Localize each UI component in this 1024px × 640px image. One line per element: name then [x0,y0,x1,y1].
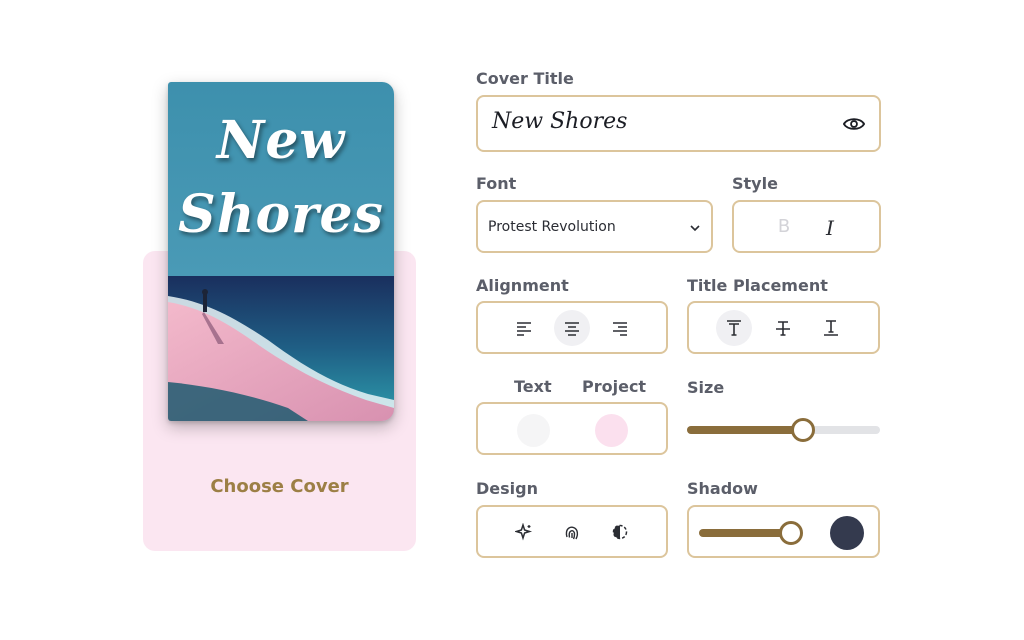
align-right-button[interactable] [602,310,638,346]
align-left-button[interactable] [506,310,542,346]
title-bottom-icon [824,320,838,336]
book-title-line-1: New [216,110,346,171]
color-swatch-group [476,402,668,455]
cover-title-value: New Shores [492,109,628,134]
cover-title-input[interactable]: New Shores [476,95,881,152]
align-left-icon [517,322,531,336]
chevron-down-icon [690,225,700,232]
shadow-slider[interactable] [699,521,803,545]
fingerprint-icon [565,526,579,540]
project-color-swatch[interactable] [595,414,628,447]
font-label: Font [476,174,517,193]
font-select[interactable]: Protest Revolution [476,200,713,253]
align-center-button[interactable] [554,310,590,346]
text-color-swatch[interactable] [517,414,550,447]
title-placement-toggle-group [687,301,880,354]
cover-title-label: Cover Title [476,69,574,88]
style-toggle-group: B I [732,200,881,253]
shadow-slider-thumb[interactable] [779,521,803,545]
book-cover-title: New Shores [168,104,394,252]
shadow-control-group [687,505,880,558]
alignment-toggle-group [476,301,668,354]
align-center-icon [565,322,579,336]
size-slider[interactable] [687,418,880,442]
align-right-icon [613,322,627,336]
design-contrast-button[interactable] [602,514,638,550]
design-label: Design [476,479,538,498]
alignment-label: Alignment [476,276,569,295]
style-label: Style [732,174,778,193]
design-fingerprint-button[interactable] [554,514,590,550]
book-cover-preview: New Shores [168,82,394,421]
eye-icon[interactable] [843,115,865,133]
choose-cover-button[interactable]: Choose Cover [143,476,416,497]
title-placement-label: Title Placement [687,276,828,295]
size-slider-thumb[interactable] [790,418,815,442]
placement-top-button[interactable] [716,310,752,346]
shadow-label: Shadow [687,479,758,498]
italic-button[interactable]: I [820,216,840,240]
text-color-label: Text [514,377,552,396]
title-top-icon [727,320,741,336]
placement-middle-button[interactable] [765,310,801,346]
contrast-icon [612,524,628,540]
placement-bottom-button[interactable] [813,310,849,346]
size-label: Size [687,378,725,397]
project-color-label: Project [582,377,647,396]
font-select-value: Protest Revolution [488,219,616,235]
title-middle-icon [776,321,790,336]
size-slider-fill [687,426,803,434]
book-title-line-2: Shores [178,184,384,245]
shadow-color-swatch[interactable] [830,516,864,550]
design-sparkles-button[interactable] [506,514,542,550]
bold-button[interactable]: B [774,216,794,238]
sparkles-icon [515,523,533,541]
design-options-group [476,505,668,558]
